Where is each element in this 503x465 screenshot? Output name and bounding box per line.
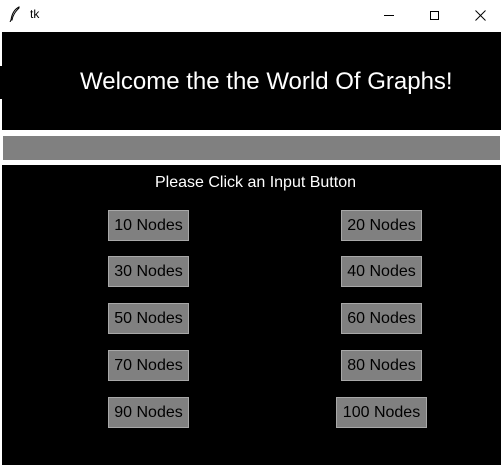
maximize-icon [430,10,439,20]
feather-icon [9,6,20,22]
minimize-button[interactable] [366,0,411,30]
separator-bar [3,136,500,160]
nodes-40-button[interactable]: 40 Nodes [341,256,422,287]
close-button[interactable] [458,0,503,30]
nodes-50-button[interactable]: 50 Nodes [108,303,189,334]
window-titlebar: tk [0,0,503,30]
nodes-70-button[interactable]: 70 Nodes [108,350,189,381]
minimize-icon [383,14,394,16]
nodes-20-button[interactable]: 20 Nodes [341,210,422,241]
close-icon [475,9,486,21]
header-panel-notch [0,66,2,99]
maximize-button[interactable] [412,0,457,30]
nodes-100-button[interactable]: 100 Nodes [336,397,427,428]
nodes-90-button[interactable]: 90 Nodes [108,397,189,428]
nodes-10-button[interactable]: 10 Nodes [108,210,189,241]
nodes-60-button[interactable]: 60 Nodes [341,303,422,334]
nodes-30-button[interactable]: 30 Nodes [108,256,189,287]
prompt-label: Please Click an Input Button [154,174,356,191]
nodes-80-button[interactable]: 80 Nodes [341,350,422,381]
welcome-heading: Welcome the the World Of Graphs! [80,68,453,95]
window-title: tk [30,7,40,21]
